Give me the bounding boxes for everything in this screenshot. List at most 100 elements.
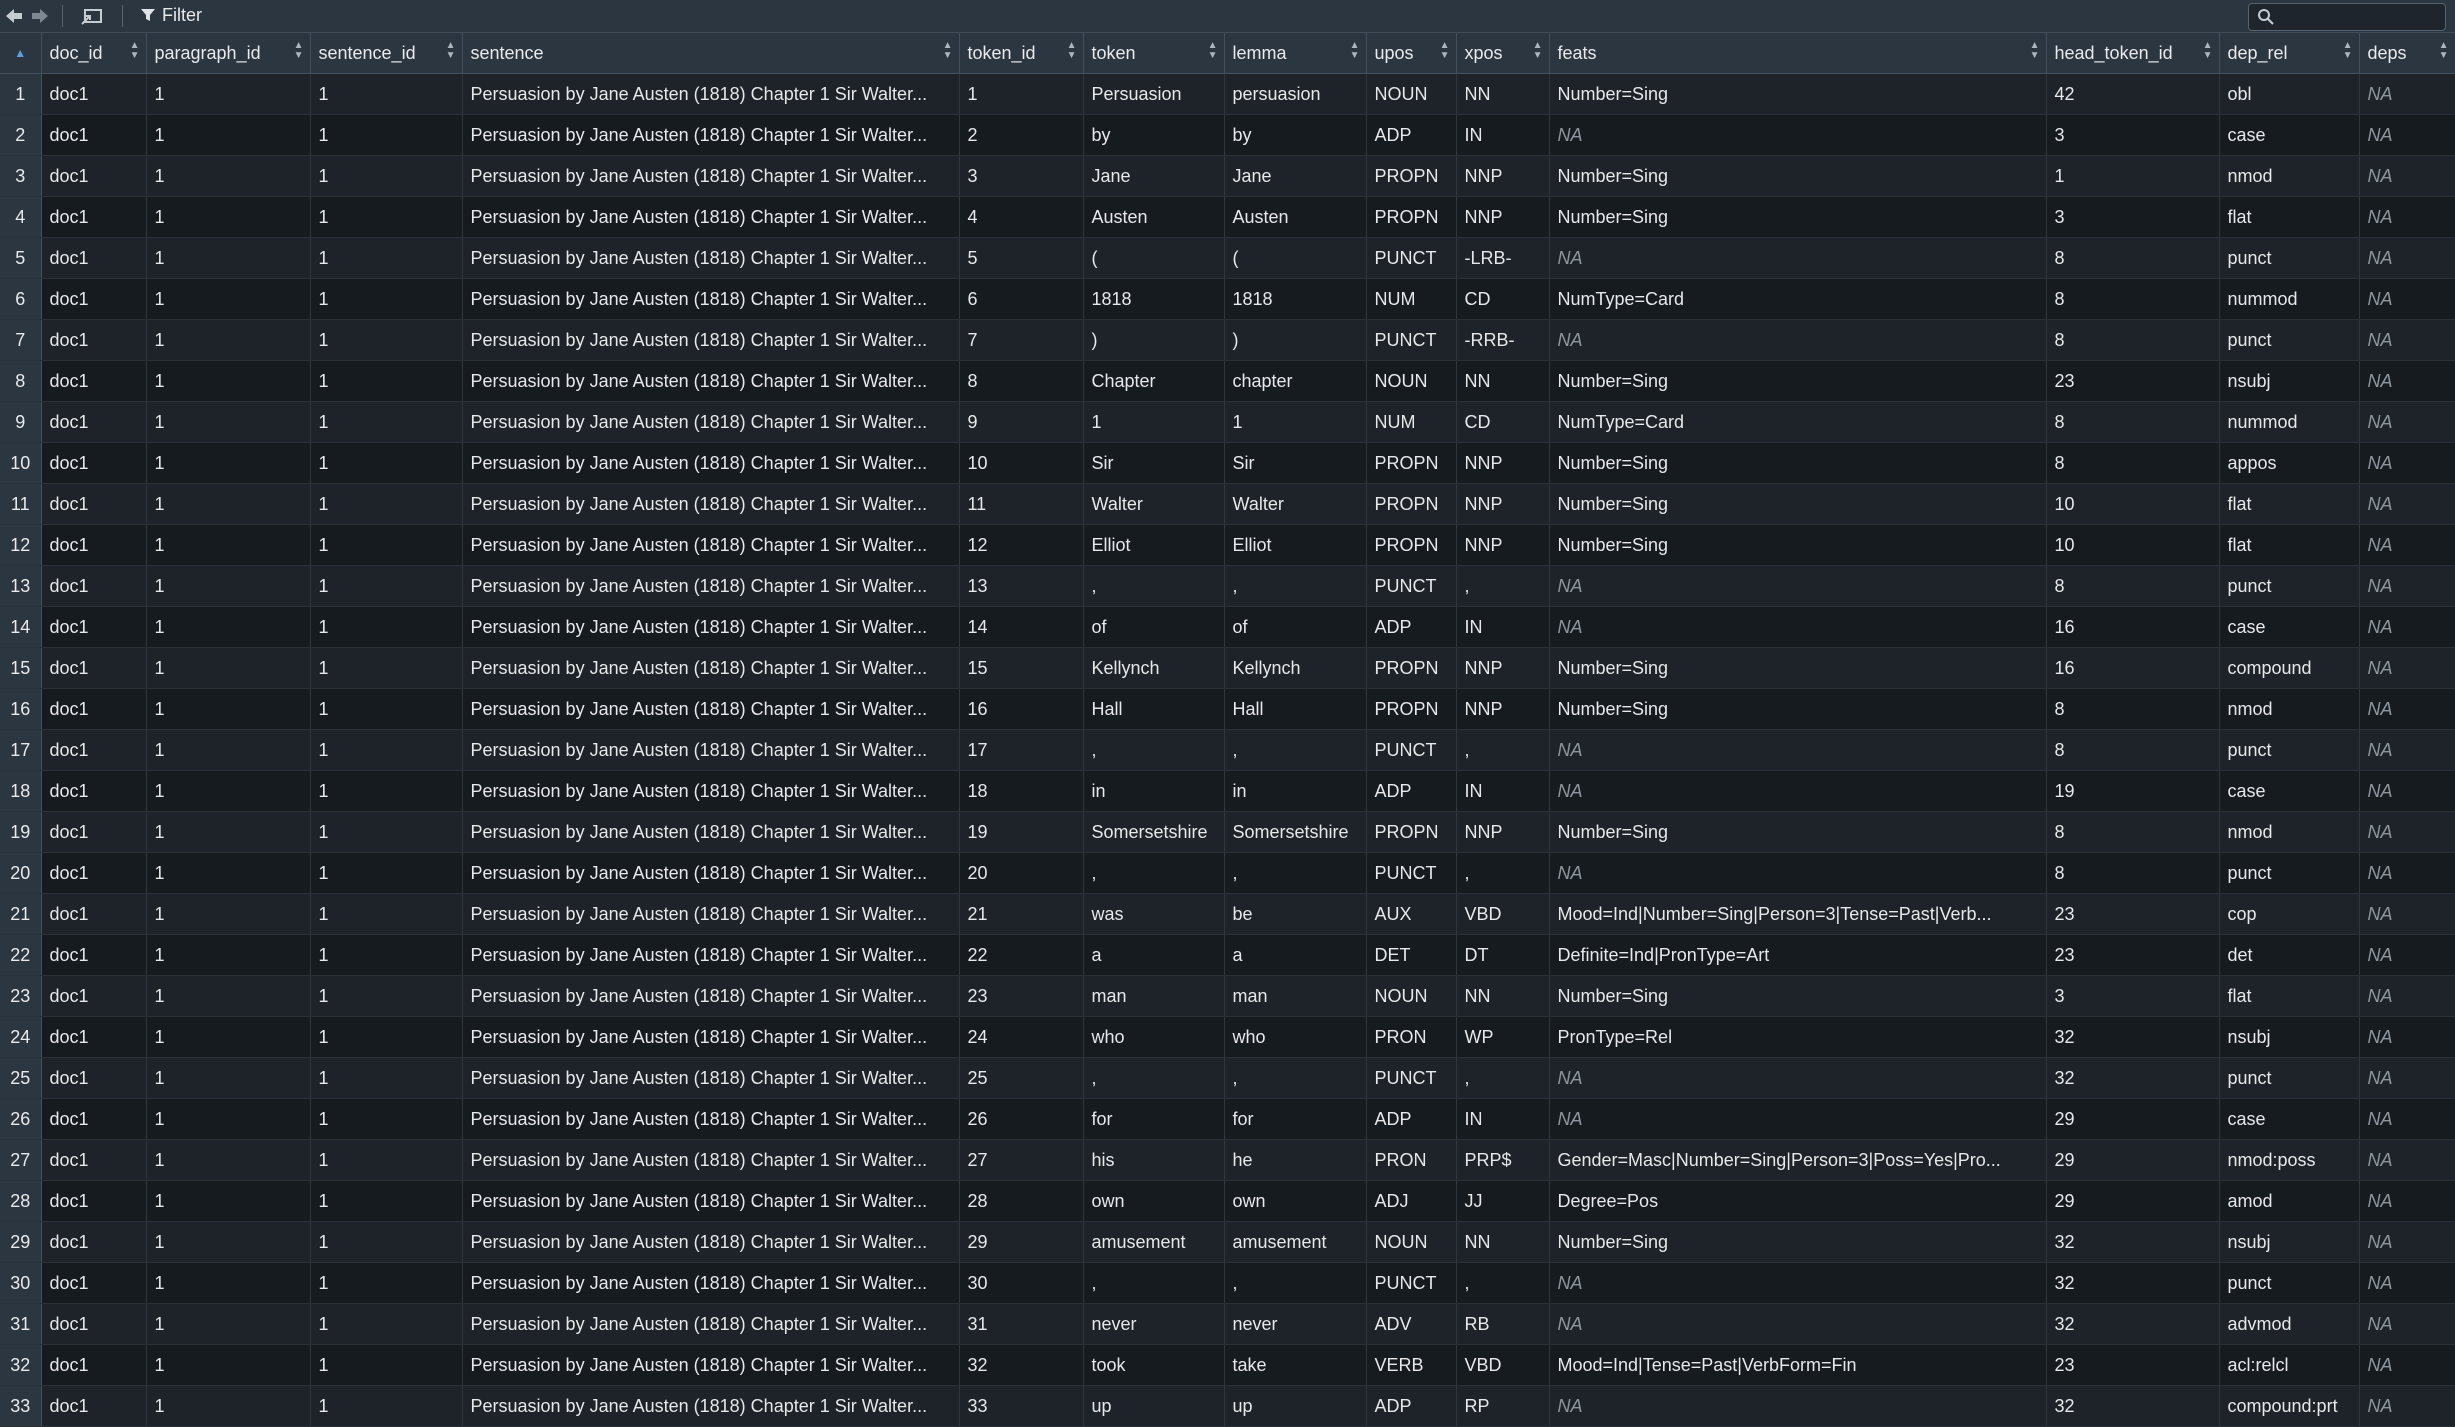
cell-sentence-id[interactable]: 1 — [310, 319, 463, 361]
open-in-window-icon[interactable] — [80, 6, 104, 26]
cell-upos[interactable]: DET — [1366, 934, 1457, 976]
cell-feats[interactable]: Number=Sing — [1549, 688, 2047, 730]
cell-feats[interactable]: Mood=Ind|Number=Sing|Person=3|Tense=Past… — [1549, 893, 2047, 935]
cell-dep-rel[interactable]: obl — [2219, 73, 2360, 115]
cell-feats[interactable]: NumType=Card — [1549, 278, 2047, 320]
cell-sentence-id[interactable]: 1 — [310, 688, 463, 730]
cell-doc-id[interactable]: doc1 — [41, 401, 147, 443]
cell-token-id[interactable]: 6 — [959, 278, 1084, 320]
cell-upos[interactable]: NUM — [1366, 401, 1457, 443]
cell-doc-id[interactable]: doc1 — [41, 934, 147, 976]
cell-sentence[interactable]: Persuasion by Jane Austen (1818) Chapter… — [462, 770, 960, 812]
sort-arrows-icon[interactable]: ▲ ▼ — [2439, 41, 2449, 61]
cell-deps[interactable]: NA — [2359, 1262, 2455, 1304]
cell-head-token-id[interactable]: 8 — [2046, 565, 2220, 607]
cell-paragraph-id[interactable]: 1 — [146, 893, 311, 935]
column-header-lemma[interactable]: lemma ▲ ▼ — [1224, 33, 1367, 74]
cell-lemma[interactable]: persuasion — [1224, 73, 1367, 115]
cell-token-id[interactable]: 17 — [959, 729, 1084, 771]
cell-feats[interactable]: Number=Sing — [1549, 811, 2047, 853]
cell-deps[interactable]: NA — [2359, 1098, 2455, 1140]
cell-paragraph-id[interactable]: 1 — [146, 73, 311, 115]
cell-sentence[interactable]: Persuasion by Jane Austen (1818) Chapter… — [462, 155, 960, 197]
cell-lemma[interactable]: , — [1224, 852, 1367, 894]
cell-token[interactable]: , — [1083, 852, 1225, 894]
cell-paragraph-id[interactable]: 1 — [146, 401, 311, 443]
cell-paragraph-id[interactable]: 1 — [146, 114, 311, 156]
cell-doc-id[interactable]: doc1 — [41, 319, 147, 361]
cell-lemma[interactable]: amusement — [1224, 1221, 1367, 1263]
cell-sentence-id[interactable]: 1 — [310, 73, 463, 115]
cell-token-id[interactable]: 11 — [959, 483, 1084, 525]
cell-sentence-id[interactable]: 1 — [310, 1385, 463, 1427]
cell-upos[interactable]: PROPN — [1366, 811, 1457, 853]
cell-dep-rel[interactable]: punct — [2219, 237, 2360, 279]
column-header-doc-id[interactable]: doc_id ▲ ▼ — [41, 33, 147, 74]
cell-paragraph-id[interactable]: 1 — [146, 196, 311, 238]
cell-token[interactable]: Elliot — [1083, 524, 1225, 566]
cell-feats[interactable]: Number=Sing — [1549, 1221, 2047, 1263]
cell-dep-rel[interactable]: advmod — [2219, 1303, 2360, 1345]
forward-arrow-icon[interactable] — [30, 6, 50, 26]
cell-lemma[interactable]: ( — [1224, 237, 1367, 279]
cell-sentence-id[interactable]: 1 — [310, 155, 463, 197]
cell-xpos[interactable]: NNP — [1456, 155, 1550, 197]
cell-doc-id[interactable]: doc1 — [41, 155, 147, 197]
cell-feats[interactable]: Degree=Pos — [1549, 1180, 2047, 1222]
sort-arrows-icon[interactable]: ▲ ▼ — [2030, 41, 2040, 61]
cell-dep-rel[interactable]: nsubj — [2219, 360, 2360, 402]
cell-head-token-id[interactable]: 10 — [2046, 483, 2220, 525]
cell-lemma[interactable]: Somersetshire — [1224, 811, 1367, 853]
cell-xpos[interactable]: NN — [1456, 1221, 1550, 1263]
cell-sentence-id[interactable]: 1 — [310, 1262, 463, 1304]
cell-head-token-id[interactable]: 32 — [2046, 1016, 2220, 1058]
cell-sentence[interactable]: Persuasion by Jane Austen (1818) Chapter… — [462, 1221, 960, 1263]
cell-upos[interactable]: PUNCT — [1366, 237, 1457, 279]
cell-lemma[interactable]: , — [1224, 1057, 1367, 1099]
cell-dep-rel[interactable]: nmod — [2219, 811, 2360, 853]
cell-doc-id[interactable]: doc1 — [41, 893, 147, 935]
cell-token[interactable]: , — [1083, 1057, 1225, 1099]
cell-xpos[interactable]: RP — [1456, 1385, 1550, 1427]
column-header-token-id[interactable]: token_id ▲ ▼ — [959, 33, 1084, 74]
cell-token[interactable]: Sir — [1083, 442, 1225, 484]
cell-sentence-id[interactable]: 1 — [310, 565, 463, 607]
cell-upos[interactable]: ADP — [1366, 1385, 1457, 1427]
cell-feats[interactable]: NA — [1549, 770, 2047, 812]
cell-sentence[interactable]: Persuasion by Jane Austen (1818) Chapter… — [462, 524, 960, 566]
cell-sentence[interactable]: Persuasion by Jane Austen (1818) Chapter… — [462, 1303, 960, 1345]
cell-dep-rel[interactable]: punct — [2219, 729, 2360, 771]
cell-upos[interactable]: PUNCT — [1366, 852, 1457, 894]
cell-feats[interactable]: NA — [1549, 729, 2047, 771]
cell-doc-id[interactable]: doc1 — [41, 1016, 147, 1058]
cell-feats[interactable]: NumType=Card — [1549, 401, 2047, 443]
cell-sentence[interactable]: Persuasion by Jane Austen (1818) Chapter… — [462, 360, 960, 402]
cell-token-id[interactable]: 15 — [959, 647, 1084, 689]
cell-xpos[interactable]: DT — [1456, 934, 1550, 976]
cell-deps[interactable]: NA — [2359, 196, 2455, 238]
cell-head-token-id[interactable]: 32 — [2046, 1221, 2220, 1263]
cell-head-token-id[interactable]: 23 — [2046, 360, 2220, 402]
cell-token[interactable]: Kellynch — [1083, 647, 1225, 689]
cell-sentence[interactable]: Persuasion by Jane Austen (1818) Chapter… — [462, 1344, 960, 1386]
cell-token-id[interactable]: 4 — [959, 196, 1084, 238]
cell-upos[interactable]: ADJ — [1366, 1180, 1457, 1222]
cell-lemma[interactable]: man — [1224, 975, 1367, 1017]
cell-paragraph-id[interactable]: 1 — [146, 1016, 311, 1058]
cell-paragraph-id[interactable]: 1 — [146, 688, 311, 730]
cell-doc-id[interactable]: doc1 — [41, 73, 147, 115]
cell-sentence[interactable]: Persuasion by Jane Austen (1818) Chapter… — [462, 852, 960, 894]
filter-button[interactable]: Filter — [140, 2, 202, 28]
cell-xpos[interactable]: NN — [1456, 360, 1550, 402]
cell-deps[interactable]: NA — [2359, 1303, 2455, 1345]
cell-deps[interactable]: NA — [2359, 606, 2455, 648]
cell-head-token-id[interactable]: 23 — [2046, 1344, 2220, 1386]
cell-sentence-id[interactable]: 1 — [310, 647, 463, 689]
cell-sentence[interactable]: Persuasion by Jane Austen (1818) Chapter… — [462, 893, 960, 935]
cell-sentence-id[interactable]: 1 — [310, 278, 463, 320]
cell-paragraph-id[interactable]: 1 — [146, 360, 311, 402]
sort-arrows-icon[interactable]: ▲ ▼ — [1533, 41, 1543, 61]
cell-xpos[interactable]: -LRB- — [1456, 237, 1550, 279]
cell-lemma[interactable]: chapter — [1224, 360, 1367, 402]
cell-xpos[interactable]: JJ — [1456, 1180, 1550, 1222]
